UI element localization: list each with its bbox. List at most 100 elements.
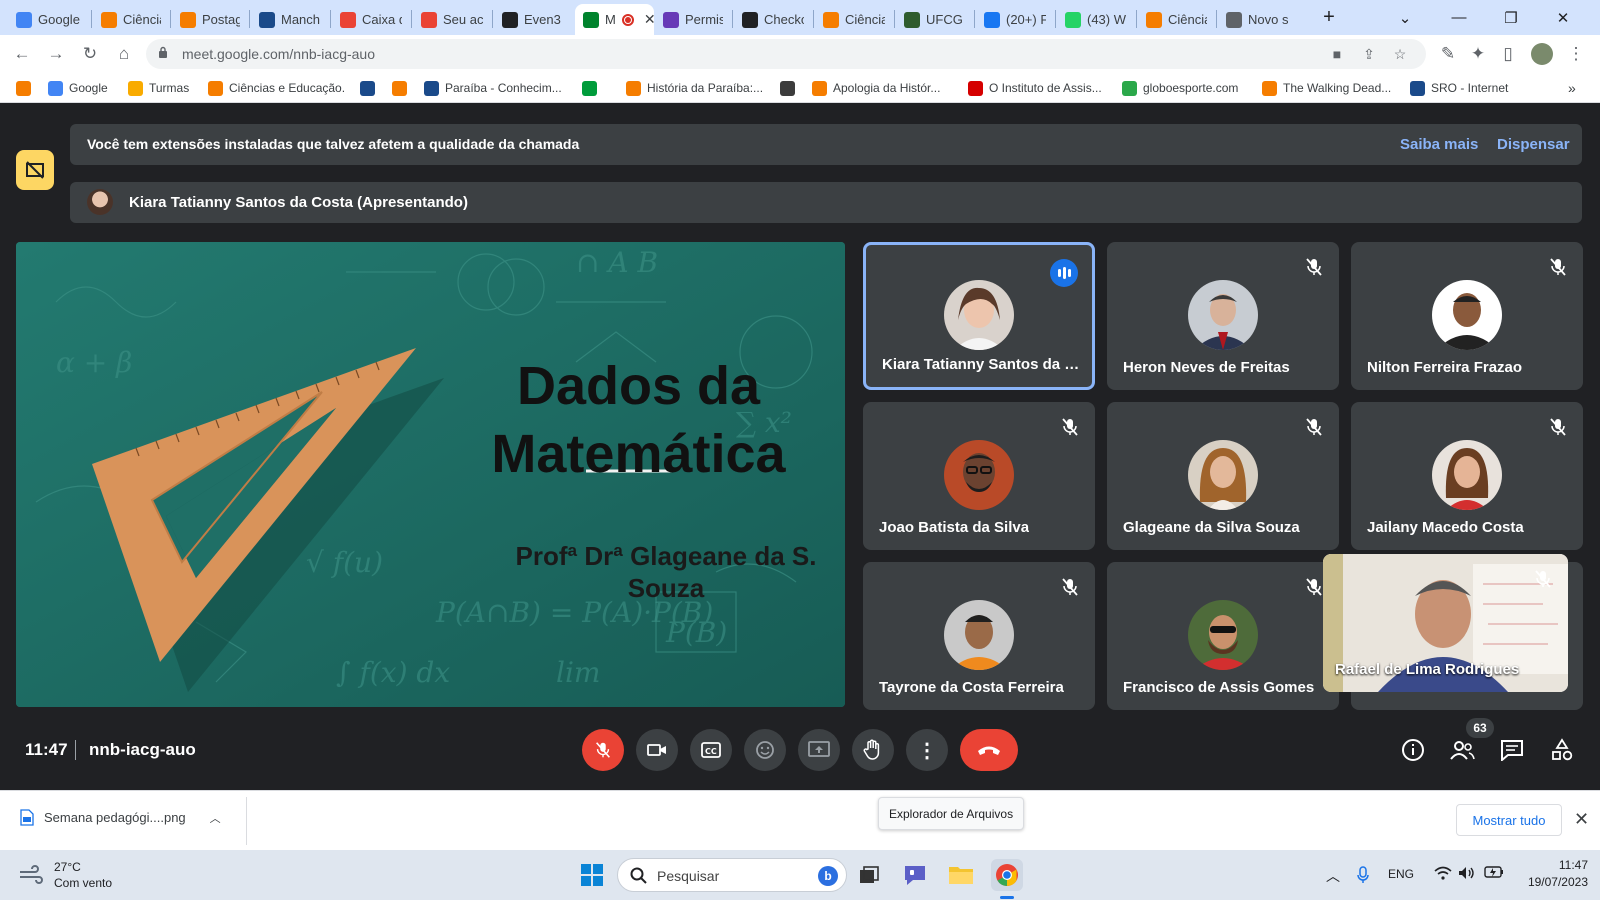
dismiss-link[interactable]: Dispensar (1497, 136, 1570, 153)
menu-kebab-icon[interactable]: ⋮ (1562, 40, 1590, 68)
bookmark-item[interactable]: Ciências e Educação. (208, 79, 345, 97)
microphone-icon[interactable] (1356, 866, 1370, 887)
browser-tab[interactable]: Ciência (815, 4, 893, 35)
teams-chat-icon[interactable] (899, 859, 931, 891)
browser-tab[interactable]: Even3 (494, 4, 572, 35)
learn-more-link[interactable]: Saiba mais (1400, 136, 1478, 153)
share-icon[interactable]: ⇪ (1361, 46, 1377, 62)
bookmark-item[interactable] (392, 79, 407, 97)
camera-icon[interactable]: ■ (1329, 46, 1345, 62)
profile-avatar[interactable] (1528, 40, 1556, 68)
browser-tab[interactable]: Permis (655, 4, 731, 35)
browser-tab[interactable]: Novo s (1218, 4, 1298, 35)
chrome-icon[interactable] (991, 859, 1023, 891)
minimize-button[interactable]: — (1436, 0, 1482, 35)
more-bookmarks-icon[interactable]: » (1568, 79, 1576, 97)
windows-start-icon[interactable] (576, 859, 608, 891)
browser-tab[interactable]: Ciência (93, 4, 169, 35)
wifi-icon[interactable] (1434, 866, 1452, 883)
bookmark-item[interactable]: História da Paraíba:... (626, 79, 763, 97)
bookmark-item[interactable] (582, 79, 597, 97)
task-view-icon[interactable] (853, 859, 885, 891)
bookmark-item[interactable] (16, 79, 31, 97)
browser-tab[interactable]: Seu ac (413, 4, 491, 35)
camera-toggle-button[interactable] (636, 729, 678, 771)
mic-toggle-button[interactable] (582, 729, 624, 771)
chat-button[interactable] (1496, 734, 1528, 766)
bookmark-item[interactable]: Turmas (128, 79, 189, 97)
browser-tab[interactable]: (20+) F (976, 4, 1054, 35)
browser-tab[interactable]: (43) W (1057, 4, 1135, 35)
browser-tab[interactable]: Google (8, 4, 88, 35)
bookmark-item[interactable]: O Instituto de Assis... (968, 79, 1102, 97)
reactions-button[interactable] (744, 729, 786, 771)
tray-chevron-up-icon[interactable]: ︿ (1326, 866, 1340, 886)
bookmark-item[interactable]: Google (48, 79, 108, 97)
self-view-video[interactable]: Rafael de Lima Rodrigues (1323, 554, 1568, 692)
browser-tab[interactable]: UFCG p (896, 4, 973, 35)
close-icon[interactable]: ✕ (1574, 809, 1589, 830)
bing-icon[interactable]: b (818, 866, 838, 886)
participant-tile[interactable]: Nilton Ferreira Frazao (1351, 242, 1583, 390)
new-tab-button[interactable]: + (1306, 0, 1352, 35)
mic-off-icon (1062, 418, 1078, 436)
puzzle-icon[interactable]: ✦ (1464, 40, 1492, 68)
extension-warning-icon[interactable] (16, 150, 54, 190)
close-tab-icon[interactable]: ✕ (644, 11, 654, 28)
bookmark-item[interactable]: The Walking Dead... (1262, 79, 1391, 97)
browser-tab[interactable]: Ciência (1138, 4, 1215, 35)
home-icon[interactable]: ⌂ (110, 40, 138, 68)
bookmark-item[interactable]: Apologia da Histór... (812, 79, 940, 97)
raise-hand-button[interactable] (852, 729, 894, 771)
participant-tile[interactable]: Tayrone da Costa Ferreira (863, 562, 1095, 710)
more-options-button[interactable]: ⋮ (906, 729, 948, 771)
browser-tab[interactable]: Manch (251, 4, 329, 35)
clock-area[interactable]: 11:47 19/07/2023 (1516, 857, 1588, 891)
presenter-label: Kiara Tatianny Santos da Costa (Apresent… (129, 194, 468, 211)
chevron-up-icon[interactable]: ︿ (210, 810, 221, 826)
sidepanel-icon[interactable]: ▯ (1494, 40, 1522, 68)
chat-icon (1501, 740, 1523, 761)
download-item[interactable]: Semana pedagógi....png ︿ (20, 809, 221, 826)
bookmark-item[interactable]: globoesporte.com (1122, 79, 1238, 97)
file-explorer-icon[interactable] (945, 859, 977, 891)
browser-tab[interactable]: Caixa d (332, 4, 410, 35)
participant-tile[interactable]: Jailany Macedo Costa (1351, 402, 1583, 550)
star-icon[interactable]: ☆ (1392, 46, 1408, 62)
show-all-button[interactable]: Mostrar tudo (1456, 804, 1562, 836)
battery-icon[interactable] (1484, 866, 1504, 881)
participant-tile[interactable]: Heron Neves de Freitas (1107, 242, 1339, 390)
maximize-button[interactable]: ❐ (1488, 0, 1534, 35)
activities-button[interactable] (1546, 734, 1578, 766)
browser-tab[interactable]: Checko (734, 4, 812, 35)
taskbar-search-input[interactable]: Pesquisar b (617, 858, 847, 892)
weather-widget[interactable]: 27°C Com vento (18, 859, 112, 891)
participant-tile[interactable]: Kiara Tatianny Santos da C... (863, 242, 1095, 390)
tab-separator (411, 10, 412, 28)
forward-button[interactable]: → (42, 40, 70, 68)
browser-tab[interactable]: M ✕ (575, 4, 654, 35)
extension-pen-icon[interactable]: ✎ (1434, 40, 1462, 68)
reload-button[interactable]: ↻ (76, 40, 104, 68)
browser-tab[interactable]: Postag (172, 4, 248, 35)
bookmark-item[interactable] (360, 79, 375, 97)
language-indicator[interactable]: ENG (1388, 867, 1414, 881)
taskbar-time: 11:47 (1558, 858, 1588, 872)
participant-tile[interactable]: Francisco de Assis Gomes (1107, 562, 1339, 710)
people-button[interactable] (1446, 734, 1478, 766)
bookmark-item[interactable]: Paraíba - Conhecim... (424, 79, 562, 97)
bookmark-item[interactable]: SRO - Internet (1410, 79, 1508, 97)
participant-tile[interactable]: Joao Batista da Silva (863, 402, 1095, 550)
bookmark-item[interactable] (780, 79, 795, 97)
leave-call-button[interactable] (960, 729, 1018, 771)
meeting-info-button[interactable] (1397, 734, 1429, 766)
back-button[interactable]: ← (8, 40, 36, 68)
present-screen-button[interactable] (798, 729, 840, 771)
address-bar[interactable]: meet.google.com/nnb-iacg-auo ■ ⇪ ☆ (146, 39, 1426, 69)
volume-icon[interactable] (1458, 866, 1476, 883)
close-window-button[interactable]: ✕ (1540, 0, 1586, 35)
participant-tile[interactable]: Glageane da Silva Souza (1107, 402, 1339, 550)
captions-button[interactable]: CC (690, 729, 732, 771)
tab-search-chevron-icon[interactable]: ⌄ (1382, 0, 1428, 35)
globe-icon (1226, 11, 1242, 28)
